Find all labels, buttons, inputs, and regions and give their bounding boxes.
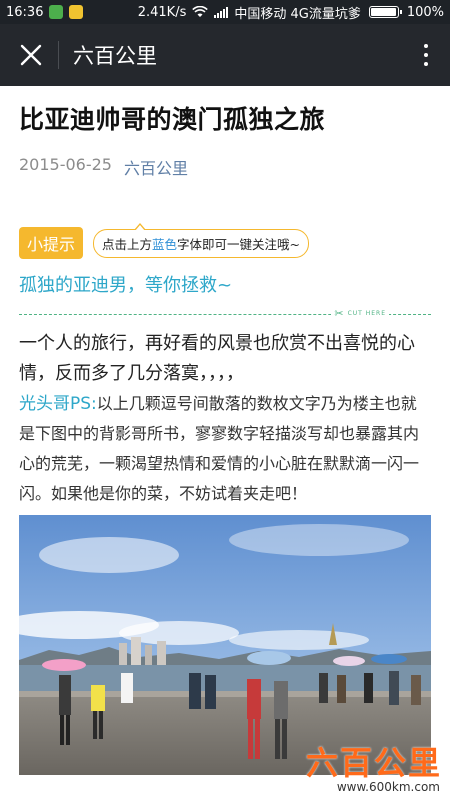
article-subtitle: 孤独的亚迪男，等你拯救~ [19,275,233,296]
article-content: 比亚迪帅哥的澳门孤独之旅 2015-06-25 六百公里 小提示 点击上方蓝色字… [0,102,450,775]
article-photo[interactable] [19,515,431,775]
network-speed: 2.41K/s [137,4,187,20]
tip-text-after: 字体即可一键关注哦~ [177,236,301,252]
scissors-icon: ✂ [334,307,344,320]
account-link[interactable]: 六百公里 [124,155,188,179]
article-meta: 2015-06-25 六百公里 [19,155,431,179]
close-icon [20,44,42,66]
tip-text-blue: 蓝色 [152,236,178,252]
close-button[interactable] [14,38,48,72]
cut-here-divider: ✂ CUT HERE [19,307,431,321]
nav-bar: 六百公里 [0,24,450,86]
paragraph-1: 一个人的旅行，再好看的风景也欣赏不出喜悦的心情，反而多了几分落寞，，，， [19,333,415,384]
status-bar: 16:36 2.41K/s 中国移动 4G流量坑爹 100% [0,0,450,24]
tip-bubble: 点击上方蓝色字体即可一键关注哦~ [93,222,310,258]
battery-level: 100% [406,4,444,20]
ps-paragraph: 光头哥PS:以上几颗逗号间散落的数枚文字乃为楼主也就是下图中的背影哥所书，寥寥数… [19,389,431,509]
watermark-logo: 六百公里 [305,744,442,782]
more-options-button[interactable] [414,38,438,72]
nav-title: 六百公里 [73,44,157,68]
app-notification-icon-2 [69,5,84,19]
tip-row: 小提示 点击上方蓝色字体即可一键关注哦~ [19,222,431,259]
signal-icon [214,6,229,18]
publish-date: 2015-06-25 [19,155,112,174]
status-time: 16:36 [6,4,44,20]
harbor-photo [19,515,431,775]
cut-here-label: CUT HERE [347,310,386,317]
site-watermark: 六百公里 www.600km.com [305,744,442,794]
watermark-url: www.600km.com [305,780,442,794]
wifi-icon [192,6,209,17]
article-body: 一个人的旅行，再好看的风景也欣赏不出喜悦的心情，反而多了几分落寞，，，， 光头哥… [19,329,431,509]
ps-label: 光头哥PS: [19,394,97,414]
cut-mark: ✂ CUT HERE [331,307,389,321]
carrier-label: 中国移动 4G流量坑爹 [234,6,361,22]
nav-divider [58,41,59,69]
article-title: 比亚迪帅哥的澳门孤独之旅 [19,105,326,134]
battery-icon [368,6,402,18]
tip-badge: 小提示 [19,227,84,259]
tip-text-before: 点击上方 [102,236,153,252]
app-notification-icon [49,5,64,19]
